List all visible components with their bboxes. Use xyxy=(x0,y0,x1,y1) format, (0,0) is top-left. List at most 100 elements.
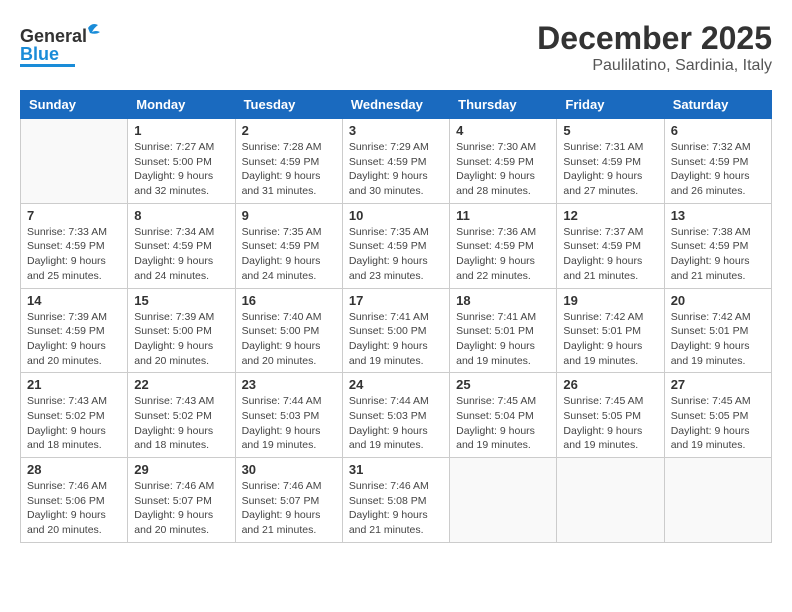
location-subtitle: Paulilatino, Sardinia, Italy xyxy=(537,57,772,75)
day-info: Sunrise: 7:29 AM Sunset: 4:59 PM Dayligh… xyxy=(349,140,443,199)
weekday-header-monday: Monday xyxy=(128,91,235,119)
day-info: Sunrise: 7:30 AM Sunset: 4:59 PM Dayligh… xyxy=(456,140,550,199)
day-info: Sunrise: 7:46 AM Sunset: 5:06 PM Dayligh… xyxy=(27,479,121,538)
calendar-week-1: 1 Sunrise: 7:27 AM Sunset: 5:00 PM Daylig… xyxy=(21,119,772,204)
day-number: 29 xyxy=(134,462,228,477)
calendar-cell: 3 Sunrise: 7:29 AM Sunset: 4:59 PM Daylig… xyxy=(342,119,449,204)
calendar-cell: 25 Sunrise: 7:45 AM Sunset: 5:04 PM Dayli… xyxy=(450,373,557,458)
page-header: General Blue December 2025 Paulilatino, … xyxy=(20,20,772,80)
day-number: 16 xyxy=(242,293,336,308)
calendar-week-2: 7 Sunrise: 7:33 AM Sunset: 4:59 PM Daylig… xyxy=(21,203,772,288)
day-number: 14 xyxy=(27,293,121,308)
day-number: 21 xyxy=(27,377,121,392)
day-info: Sunrise: 7:41 AM Sunset: 5:00 PM Dayligh… xyxy=(349,310,443,369)
day-info: Sunrise: 7:46 AM Sunset: 5:08 PM Dayligh… xyxy=(349,479,443,538)
calendar-cell: 11 Sunrise: 7:36 AM Sunset: 4:59 PM Dayli… xyxy=(450,203,557,288)
calendar-cell: 7 Sunrise: 7:33 AM Sunset: 4:59 PM Daylig… xyxy=(21,203,128,288)
day-number: 6 xyxy=(671,123,765,138)
day-number: 3 xyxy=(349,123,443,138)
day-number: 18 xyxy=(456,293,550,308)
day-info: Sunrise: 7:34 AM Sunset: 4:59 PM Dayligh… xyxy=(134,225,228,284)
weekday-header-thursday: Thursday xyxy=(450,91,557,119)
calendar-cell: 5 Sunrise: 7:31 AM Sunset: 4:59 PM Daylig… xyxy=(557,119,664,204)
month-title: December 2025 xyxy=(537,20,772,57)
day-number: 20 xyxy=(671,293,765,308)
day-number: 26 xyxy=(563,377,657,392)
day-info: Sunrise: 7:28 AM Sunset: 4:59 PM Dayligh… xyxy=(242,140,336,199)
calendar-cell: 13 Sunrise: 7:38 AM Sunset: 4:59 PM Dayli… xyxy=(664,203,771,288)
day-number: 12 xyxy=(563,208,657,223)
calendar-cell: 23Sunrise: 7:44 AM Sunset: 5:03 PM Dayli… xyxy=(235,373,342,458)
calendar-cell: 18 Sunrise: 7:41 AM Sunset: 5:01 PM Dayli… xyxy=(450,288,557,373)
day-number: 19 xyxy=(563,293,657,308)
calendar-cell: 2Sunrise: 7:28 AM Sunset: 4:59 PM Daylig… xyxy=(235,119,342,204)
calendar-cell: 16 Sunrise: 7:40 AM Sunset: 5:00 PM Dayli… xyxy=(235,288,342,373)
day-info: Sunrise: 7:42 AM Sunset: 5:01 PM Dayligh… xyxy=(563,310,657,369)
day-number: 25 xyxy=(456,377,550,392)
calendar-week-4: 21 Sunrise: 7:43 AM Sunset: 5:02 PM Dayli… xyxy=(21,373,772,458)
calendar-cell: 9Sunrise: 7:35 AM Sunset: 4:59 PM Daylig… xyxy=(235,203,342,288)
weekday-header-saturday: Saturday xyxy=(664,91,771,119)
calendar-cell: 8 Sunrise: 7:34 AM Sunset: 4:59 PM Daylig… xyxy=(128,203,235,288)
svg-text:General: General xyxy=(20,26,87,46)
day-info: Sunrise: 7:45 AM Sunset: 5:05 PM Dayligh… xyxy=(671,394,765,453)
day-number: 11 xyxy=(456,208,550,223)
calendar-cell xyxy=(557,458,664,543)
calendar-cell: 20Sunrise: 7:42 AM Sunset: 5:01 PM Dayli… xyxy=(664,288,771,373)
day-number: 7 xyxy=(27,208,121,223)
day-info: Sunrise: 7:38 AM Sunset: 4:59 PM Dayligh… xyxy=(671,225,765,284)
day-info: Sunrise: 7:43 AM Sunset: 5:02 PM Dayligh… xyxy=(134,394,228,453)
calendar-cell: 29 Sunrise: 7:46 AM Sunset: 5:07 PM Dayli… xyxy=(128,458,235,543)
svg-text:Blue: Blue xyxy=(20,44,59,64)
day-number: 31 xyxy=(349,462,443,477)
day-info: Sunrise: 7:45 AM Sunset: 5:05 PM Dayligh… xyxy=(563,394,657,453)
calendar-cell: 12 Sunrise: 7:37 AM Sunset: 4:59 PM Dayli… xyxy=(557,203,664,288)
day-number: 23 xyxy=(242,377,336,392)
weekday-header-sunday: Sunday xyxy=(21,91,128,119)
calendar-cell: 4Sunrise: 7:30 AM Sunset: 4:59 PM Daylig… xyxy=(450,119,557,204)
calendar-cell: 19 Sunrise: 7:42 AM Sunset: 5:01 PM Dayli… xyxy=(557,288,664,373)
calendar-cell: 21Sunrise: 7:43 AM Sunset: 5:02 PM Dayli… xyxy=(21,373,128,458)
day-info: Sunrise: 7:36 AM Sunset: 4:59 PM Dayligh… xyxy=(456,225,550,284)
calendar-cell: 22 Sunrise: 7:43 AM Sunset: 5:02 PM Dayli… xyxy=(128,373,235,458)
day-number: 24 xyxy=(349,377,443,392)
day-number: 5 xyxy=(563,123,657,138)
calendar-table: SundayMondayTuesdayWednesdayThursdayFrid… xyxy=(20,90,772,543)
day-info: Sunrise: 7:39 AM Sunset: 5:00 PM Dayligh… xyxy=(134,310,228,369)
day-number: 1 xyxy=(134,123,228,138)
logo: General Blue xyxy=(20,20,105,80)
day-number: 17 xyxy=(349,293,443,308)
calendar-cell: 30Sunrise: 7:46 AM Sunset: 5:07 PM Dayli… xyxy=(235,458,342,543)
day-info: Sunrise: 7:45 AM Sunset: 5:04 PM Dayligh… xyxy=(456,394,550,453)
day-info: Sunrise: 7:27 AM Sunset: 5:00 PM Dayligh… xyxy=(134,140,228,199)
logo-icon: General Blue xyxy=(20,20,105,80)
calendar-cell: 17 Sunrise: 7:41 AM Sunset: 5:00 PM Dayli… xyxy=(342,288,449,373)
calendar-cell: 1 Sunrise: 7:27 AM Sunset: 5:00 PM Daylig… xyxy=(128,119,235,204)
weekday-header-friday: Friday xyxy=(557,91,664,119)
day-number: 10 xyxy=(349,208,443,223)
day-info: Sunrise: 7:46 AM Sunset: 5:07 PM Dayligh… xyxy=(242,479,336,538)
day-number: 22 xyxy=(134,377,228,392)
title-section: December 2025 Paulilatino, Sardinia, Ita… xyxy=(537,20,772,75)
day-info: Sunrise: 7:33 AM Sunset: 4:59 PM Dayligh… xyxy=(27,225,121,284)
day-info: Sunrise: 7:40 AM Sunset: 5:00 PM Dayligh… xyxy=(242,310,336,369)
calendar-cell: 27 Sunrise: 7:45 AM Sunset: 5:05 PM Dayli… xyxy=(664,373,771,458)
day-info: Sunrise: 7:37 AM Sunset: 4:59 PM Dayligh… xyxy=(563,225,657,284)
day-number: 8 xyxy=(134,208,228,223)
day-number: 15 xyxy=(134,293,228,308)
calendar-cell: 24Sunrise: 7:44 AM Sunset: 5:03 PM Dayli… xyxy=(342,373,449,458)
calendar-cell: 26 Sunrise: 7:45 AM Sunset: 5:05 PM Dayli… xyxy=(557,373,664,458)
day-number: 9 xyxy=(242,208,336,223)
calendar-cell: 6 Sunrise: 7:32 AM Sunset: 4:59 PM Daylig… xyxy=(664,119,771,204)
calendar-cell: 15 Sunrise: 7:39 AM Sunset: 5:00 PM Dayli… xyxy=(128,288,235,373)
calendar-cell: 10 Sunrise: 7:35 AM Sunset: 4:59 PM Dayli… xyxy=(342,203,449,288)
weekday-header-tuesday: Tuesday xyxy=(235,91,342,119)
day-number: 27 xyxy=(671,377,765,392)
day-number: 13 xyxy=(671,208,765,223)
day-info: Sunrise: 7:35 AM Sunset: 4:59 PM Dayligh… xyxy=(349,225,443,284)
day-info: Sunrise: 7:32 AM Sunset: 4:59 PM Dayligh… xyxy=(671,140,765,199)
day-info: Sunrise: 7:31 AM Sunset: 4:59 PM Dayligh… xyxy=(563,140,657,199)
day-info: Sunrise: 7:41 AM Sunset: 5:01 PM Dayligh… xyxy=(456,310,550,369)
day-number: 28 xyxy=(27,462,121,477)
day-info: Sunrise: 7:46 AM Sunset: 5:07 PM Dayligh… xyxy=(134,479,228,538)
